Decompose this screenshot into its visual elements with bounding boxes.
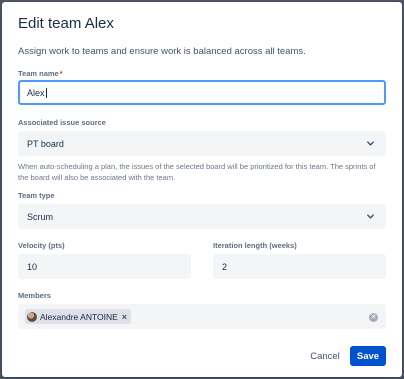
issue-source-select[interactable]: PT board (18, 131, 386, 156)
issue-source-help: When auto-scheduling a plan, the issues … (18, 162, 376, 182)
dialog-title: Edit team Alex (18, 15, 114, 32)
members-label: Members (18, 291, 51, 300)
velocity-value: 10 (27, 261, 38, 272)
iteration-length-value: 2 (222, 261, 228, 272)
team-type-select[interactable]: Scrum (18, 204, 386, 229)
members-picker[interactable]: Alexandre ANTOINE × ✕ (18, 304, 386, 329)
avatar (27, 311, 37, 322)
team-type-label: Team type (18, 191, 55, 200)
team-name-label: Team name* (18, 69, 63, 78)
remove-member-icon[interactable]: × (122, 312, 127, 322)
team-name-input[interactable]: Alex (18, 80, 386, 105)
issue-source-label: Associated issue source (18, 118, 106, 127)
velocity-label: Velocity (pts) (18, 241, 65, 250)
edit-team-dialog: Edit team Alex Assign work to teams and … (2, 2, 402, 377)
chevron-down-icon (367, 141, 374, 146)
dialog-description: Assign work to teams and ensure work is … (18, 46, 306, 57)
chevron-down-icon (367, 214, 374, 219)
member-name: Alexandre ANTOINE (40, 311, 118, 322)
required-marker: * (59, 69, 63, 78)
iteration-length-label: Iteration length (weeks) (213, 241, 297, 250)
team-type-value: Scrum (27, 211, 54, 222)
iteration-length-input[interactable]: 2 (213, 254, 386, 279)
save-button[interactable]: Save (350, 346, 386, 366)
clear-icon[interactable]: ✕ (369, 313, 378, 322)
team-name-value: Alex (27, 87, 45, 98)
text-cursor (45, 87, 47, 98)
issue-source-value: PT board (27, 138, 64, 149)
velocity-input[interactable]: 10 (18, 254, 191, 279)
member-chip: Alexandre ANTOINE × (25, 309, 132, 324)
cancel-button[interactable]: Cancel (304, 346, 346, 366)
